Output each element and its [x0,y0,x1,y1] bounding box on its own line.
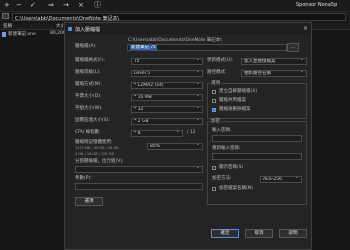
ok-button[interactable]: 確定 [211,229,239,238]
encryption-group: 加密 輸入密碼: 重新輸入密碼: 顯示密碼(S) 加密方法: AES-256 加… [207,119,307,205]
reenter-password-input[interactable] [212,153,302,160]
move-icon[interactable]: → [63,1,69,9]
shared-files-label: 壓縮共用檔案 [219,98,246,103]
options-group-title: 選項 [210,81,221,86]
dictionary-select[interactable]: * 16 MB [131,94,203,101]
extract-icon[interactable]: − [16,1,22,9]
help-button[interactable]: 說明 [279,229,307,238]
delete-after-checkbox[interactable] [212,108,216,112]
encryption-group-title: 加密 [210,119,221,124]
word-size-select[interactable]: * 32 [131,106,203,113]
path-input[interactable]: C:\Users\abb\Documents\OneNote 筆記本\ [12,13,346,22]
dictionary-label: 字典大小(D): [75,94,102,99]
format-select[interactable]: 7z [131,58,203,65]
file-row[interactable]: 新建筆記.one 80,200 [0,31,70,38]
update-mode-label: 更新模式(U): [207,58,234,63]
method-select[interactable]: * LZMA2 (x4) [131,82,203,89]
delete-icon[interactable]: × [78,1,84,9]
info-icon[interactable]: ⓘ [94,1,101,9]
memory-line-2: 4 GB / 16 GB / 128 GB [75,152,114,156]
archive-label: 壓縮檔(A): [75,44,97,49]
encrypt-method-select[interactable]: AES-256 [260,176,302,183]
encrypt-names-label: 加密檔案名稱(N) [219,186,253,191]
show-password-label: 顯示密碼(S) [219,165,244,170]
column-name-header[interactable]: 名稱 [3,23,12,29]
sfx-checkbox[interactable] [212,90,216,94]
options-group: 選項 建立自解壓縮檔(X) 壓縮共用檔案 壓縮後刪除檔案 [207,81,307,119]
memory-select[interactable]: 80% [147,143,203,150]
split-label: 分割壓縮檔，位元組(V): [75,159,124,164]
browse-button[interactable]: ... [287,43,299,52]
shared-files-checkbox[interactable] [212,99,216,103]
password-label: 輸入密碼: [212,128,232,133]
path-text: C:\Users\abb\Documents\OneNote 筆記本\ [15,16,120,22]
profile-label[interactable]: Sponsor Nona5p [296,2,337,8]
add-icon[interactable]: + [4,1,10,9]
solid-block-select[interactable]: * 2 GB [131,118,203,125]
update-mode-select[interactable]: 加入並替換檔案 [241,58,307,65]
dialog-title: 加入壓縮檔 [75,27,101,33]
add-archive-dialog: 加入壓縮檔 × 壓縮檔(A): C:\Users\abb\Documents\O… [64,22,312,250]
password-input[interactable] [212,135,302,142]
path-mode-label: 路徑模式: [207,70,227,75]
level-label: 壓縮等級(L): [75,70,101,75]
solid-block-label: 固實區塊大小(S): [75,118,110,123]
folder-up-icon[interactable] [2,13,9,19]
method-label: 壓縮方式(M): [75,82,102,87]
delete-after-label: 壓縮後刪除檔案 [219,107,251,112]
encrypt-method-label: 加密方法: [212,176,232,181]
path-bar: C:\Users\abb\Documents\OneNote 筆記本\ [0,12,350,22]
sfx-label: 建立自解壓縮檔(X) [219,89,258,94]
format-label: 壓縮檔格式(F): [75,58,106,63]
copy-icon[interactable]: ⇒ [48,1,54,9]
path-mode-select[interactable]: 相對路徑名稱 [241,70,307,77]
split-select[interactable] [75,166,203,173]
show-password-checkbox[interactable] [212,166,216,170]
test-icon[interactable]: ✓ [30,1,36,9]
threads-max: / 12 [187,130,196,135]
archive-name-input[interactable]: 新建筆記.7z [127,44,287,51]
reenter-password-label: 重新輸入密碼: [212,146,241,151]
archive-app-icon [68,27,72,31]
file-icon [2,32,6,37]
cancel-button[interactable]: 取消 [245,229,273,238]
archive-name-selected: 新建筆記.7z [130,45,157,50]
encrypt-names-checkbox[interactable] [212,187,216,191]
word-size-label: 字組大小(W): [75,106,103,111]
options-button[interactable]: 選項 [75,197,103,206]
threads-label: CPU 線程數: [75,130,101,135]
close-icon[interactable]: × [303,25,308,32]
toolbar: + − ✓ ⇒ → × ⓘ Sponsor Nona5p [0,0,350,12]
params-label: 參數(P): [75,176,92,181]
dialog-titlebar: 加入壓縮檔 × [65,23,311,35]
level-select[interactable]: Level 5 [131,70,203,77]
threads-select[interactable]: * 8 [131,130,183,137]
file-name: 新建筆記.one [8,32,36,37]
params-input[interactable] [75,183,203,190]
